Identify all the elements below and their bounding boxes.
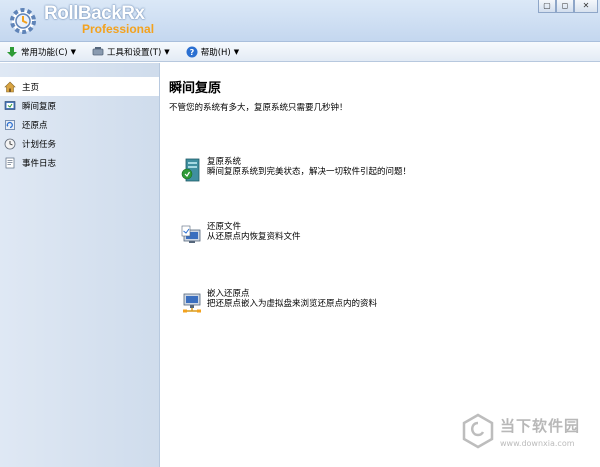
action-system-restore[interactable]: 复原系统 瞬间复原系统到完美状态，解决一切软件引起的问题！ [181,157,411,183]
sidebar-item-label: 事件日志 [22,158,57,169]
gear-logo-icon [10,8,36,34]
caret-down-icon: ▼ [70,47,76,56]
file-restore-icon [181,225,201,243]
action-title: 嵌入还原点 [207,289,250,299]
action-text: 复原系统 瞬间复原系统到完美状态，解决一切软件引起的问题！ [207,157,411,177]
sidebar: 主页 瞬间复原 还原点 计划任务 事件日志 [0,63,160,467]
home-icon [4,81,16,92]
svg-text:?: ? [189,48,194,57]
watermark-title: 当下软件园 [500,416,581,435]
page-title: 瞬间复原 [169,81,222,96]
caret-down-icon: ▼ [164,47,170,56]
sidebar-item-label: 主页 [22,82,40,93]
menu-help[interactable]: ? 帮助(H) ▼ [186,46,239,58]
menu-common-functions[interactable]: 常用功能(C) ▼ [6,46,76,58]
watermark-url: www.downxia.com [500,438,575,448]
sidebar-item-scheduled-tasks[interactable]: 计划任务 [0,134,159,153]
watermark: 当下软件园 www.downxia.com [462,413,580,449]
sidebar-item-label: 瞬间复原 [22,101,57,112]
mount-snapshot-icon [183,293,201,313]
restore-icon [4,100,16,110]
action-description: 从还原点内恢复资料文件 [207,232,301,242]
action-title: 复原系统 [207,157,242,167]
event-log-icon [5,157,15,168]
menu-label: 帮助(H) [200,47,231,58]
download-arrow-icon [7,46,17,57]
app-edition: Professional [82,22,155,36]
system-restore-icon [181,158,200,182]
watermark-text: 当下软件园 www.downxia.com [500,415,580,448]
action-title: 还原文件 [207,222,242,232]
menu-label: 常用功能(C) [21,47,68,58]
action-description: 把还原点嵌入为虚拟盘来浏览还原点内的资料 [207,299,378,309]
sidebar-item-event-log[interactable]: 事件日志 [0,153,159,172]
action-description: 瞬间复原系统到完美状态，解决一切软件引起的问题！ [207,167,412,177]
help-icon: ? [186,46,198,57]
close-button[interactable]: ✕ [574,0,598,13]
sidebar-item-home[interactable]: 主页 [0,77,159,96]
page-subtitle: 不管您的系统有多大，复原系统只需要几秒钟！ [169,103,348,113]
tools-icon [92,46,104,55]
sidebar-item-instant-restore[interactable]: 瞬间复原 [0,96,159,115]
main-panel: 瞬间复原 不管您的系统有多大，复原系统只需要几秒钟！ 复原系统 瞬间复原系统到完… [161,63,600,467]
menu-label: 工具和设置(T) [106,47,162,58]
action-text: 嵌入还原点 把还原点嵌入为虚拟盘来浏览还原点内的资料 [207,289,377,309]
action-text: 还原文件 从还原点内恢复资料文件 [207,222,301,242]
window-controls: ▢ ◻ ✕ [538,0,598,13]
watermark-logo-icon [462,413,494,449]
toolbar: 常用功能(C) ▼ 工具和设置(T) ▼ ? 帮助(H) ▼ [0,42,600,62]
snapshot-icon [5,119,15,130]
action-file-restore[interactable]: 还原文件 从还原点内恢复资料文件 [181,222,301,248]
caret-down-icon: ▼ [233,47,240,56]
action-mount-snapshot[interactable]: 嵌入还原点 把还原点嵌入为虚拟盘来浏览还原点内的资料 [181,289,377,315]
sidebar-item-label: 计划任务 [22,139,57,150]
title-bar: RollBackRx Professional ▢ ◻ ✕ [0,0,600,42]
sidebar-item-snapshots[interactable]: 还原点 [0,115,159,134]
minimize-button[interactable]: ▢ [538,0,556,13]
sidebar-item-label: 还原点 [22,120,48,131]
menu-tools-settings[interactable]: 工具和设置(T) ▼ [92,46,170,58]
maximize-button[interactable]: ◻ [556,0,574,13]
schedule-icon [4,138,16,149]
